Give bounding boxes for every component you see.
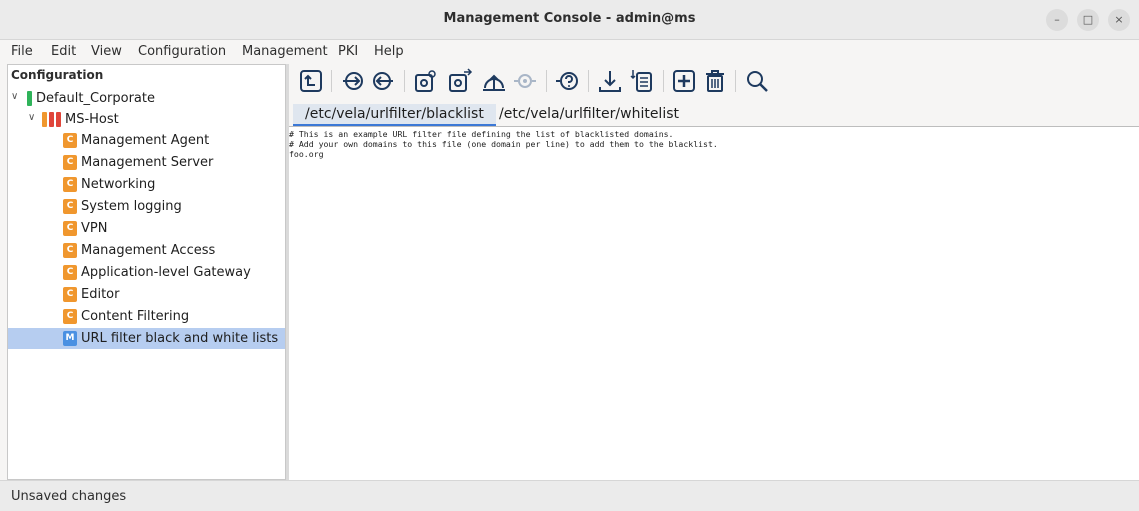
config-badge-icon: C xyxy=(63,309,77,324)
editor-content[interactable]: # This is an example URL filter file def… xyxy=(289,127,1139,159)
tree-item-management-server[interactable]: C Management Server xyxy=(8,152,285,173)
tree-item-vpn[interactable]: C VPN xyxy=(8,218,285,239)
config-badge-icon: C xyxy=(63,155,77,170)
status-bar: Unsaved changes xyxy=(0,480,1139,511)
menu-bar: File Edit View Configuration Management … xyxy=(0,41,1139,63)
tree-label: Default_Corporate xyxy=(36,91,155,106)
upload-cloud-icon[interactable] xyxy=(481,68,507,94)
question-circle-icon[interactable] xyxy=(555,68,581,94)
chevron-down-icon[interactable]: ∨ xyxy=(28,112,35,123)
editor-line: foo.org xyxy=(289,149,324,159)
config-badge-icon: C xyxy=(63,287,77,302)
export-icon[interactable] xyxy=(298,68,324,94)
tab-whitelist[interactable]: /etc/vela/urlfilter/whitelist xyxy=(487,104,691,126)
arrow-left-circle-icon[interactable] xyxy=(369,68,395,94)
tree-label: VPN xyxy=(81,221,108,236)
toolbar xyxy=(289,64,1139,100)
gear-view-icon[interactable] xyxy=(413,68,439,94)
menu-configuration[interactable]: Configuration xyxy=(138,44,226,59)
list-sort-icon[interactable] xyxy=(629,68,655,94)
config-badge-icon: C xyxy=(63,243,77,258)
toolbar-separator xyxy=(663,70,664,92)
maximize-button[interactable]: □ xyxy=(1077,9,1099,31)
tree-label: System logging xyxy=(81,199,182,214)
green-bar-icon xyxy=(27,91,32,106)
tree-label: URL filter black and white lists xyxy=(81,331,279,346)
tree-item-system-logging[interactable]: C System logging xyxy=(8,196,285,217)
panel-header: Configuration xyxy=(11,68,104,82)
text-editor[interactable]: # This is an example URL filter file def… xyxy=(289,126,1139,480)
toolbar-separator xyxy=(546,70,547,92)
menu-edit[interactable]: Edit xyxy=(51,44,76,59)
tree-label: Management Agent xyxy=(81,133,210,148)
toolbar-separator xyxy=(331,70,332,92)
tree-item-management-agent[interactable]: C Management Agent xyxy=(8,130,285,151)
tree-label: Content Filtering xyxy=(81,309,190,324)
tree-label: Networking xyxy=(81,177,156,192)
host-bar-icon xyxy=(56,112,61,127)
trash-icon[interactable] xyxy=(702,68,728,94)
tree-item-default-corporate[interactable]: ∨ Default_Corporate xyxy=(8,88,285,109)
menu-file[interactable]: File xyxy=(11,44,33,59)
menu-management[interactable]: Management xyxy=(242,44,328,59)
tree-item-content-filtering[interactable]: C Content Filtering xyxy=(8,306,285,327)
tree-label: Management Access xyxy=(81,243,216,258)
file-tabs: /etc/vela/urlfilter/blacklist /etc/vela/… xyxy=(289,104,1139,126)
host-bar-icon xyxy=(49,112,54,127)
toolbar-separator xyxy=(735,70,736,92)
tree-item-ms-host[interactable]: ∨ MS-Host xyxy=(8,109,285,130)
toolbar-separator xyxy=(588,70,589,92)
module-badge-icon: M xyxy=(63,331,77,346)
close-button[interactable]: × xyxy=(1108,9,1130,31)
config-badge-icon: C xyxy=(63,221,77,236)
config-badge-icon: C xyxy=(63,133,77,148)
editor-line: # This is an example URL filter file def… xyxy=(289,129,674,139)
window-title: Management Console - admin@ms xyxy=(443,11,696,26)
tree-item-editor[interactable]: C Editor xyxy=(8,284,285,305)
tree-label: Application-level Gateway xyxy=(81,265,251,280)
toolbar-separator xyxy=(404,70,405,92)
config-badge-icon: C xyxy=(63,177,77,192)
editor-line: # Add your own domains to this file (one… xyxy=(289,139,718,149)
tree-label: MS-Host xyxy=(65,112,119,127)
title-bar: Management Console - admin@ms – □ × xyxy=(0,0,1139,40)
menu-view[interactable]: View xyxy=(91,44,122,59)
gear-disabled-icon[interactable] xyxy=(512,68,538,94)
tree-item-management-access[interactable]: C Management Access xyxy=(8,240,285,261)
configuration-panel: Configuration ∨ Default_Corporate ∨ MS-H… xyxy=(7,64,286,480)
tree-item-networking[interactable]: C Networking xyxy=(8,174,285,195)
menu-pki[interactable]: PKI xyxy=(338,44,358,59)
minimize-button[interactable]: – xyxy=(1046,9,1068,31)
tree-item-url-filter-lists[interactable]: M URL filter black and white lists xyxy=(8,328,285,349)
arrow-right-circle-icon[interactable] xyxy=(341,68,367,94)
config-badge-icon: C xyxy=(63,265,77,280)
tab-blacklist[interactable]: /etc/vela/urlfilter/blacklist xyxy=(293,104,496,126)
tree-label: Editor xyxy=(81,287,120,302)
status-text: Unsaved changes xyxy=(11,489,127,504)
menu-help[interactable]: Help xyxy=(374,44,404,59)
config-badge-icon: C xyxy=(63,199,77,214)
download-icon[interactable] xyxy=(597,68,623,94)
tree-label: Management Server xyxy=(81,155,214,170)
add-square-icon[interactable] xyxy=(671,68,697,94)
search-icon[interactable] xyxy=(744,68,770,94)
chevron-down-icon[interactable]: ∨ xyxy=(11,91,18,102)
host-bar-icon xyxy=(42,112,47,127)
tree-item-application-level-gateway[interactable]: C Application-level Gateway xyxy=(8,262,285,283)
gear-transfer-icon[interactable] xyxy=(447,68,473,94)
